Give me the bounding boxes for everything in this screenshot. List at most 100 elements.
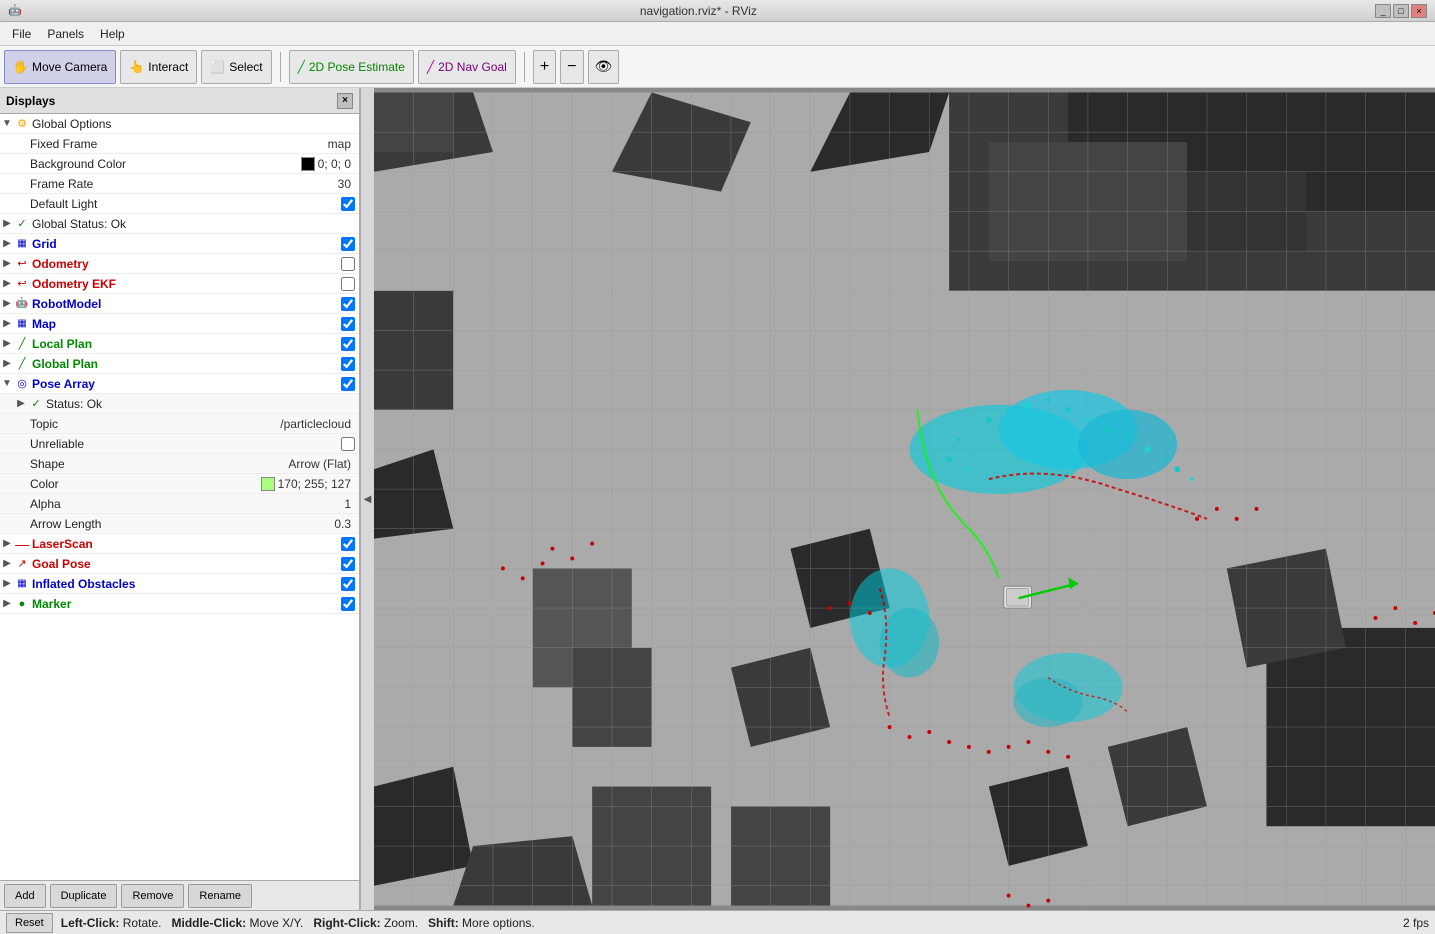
select-button[interactable]: ⬜ Select — [201, 50, 271, 84]
tree-color[interactable]: Color 170; 255; 127 — [0, 474, 359, 494]
odometry-checkbox[interactable] — [341, 257, 355, 271]
tree-pose-array[interactable]: ▼ ◎ Pose Array — [0, 374, 359, 394]
map-checkbox[interactable] — [341, 317, 355, 331]
global-plan-arrow[interactable]: ▶ — [0, 354, 14, 374]
nav-goal-button[interactable]: ╱ 2D Nav Goal — [418, 50, 516, 84]
tree-topic[interactable]: Topic /particlecloud — [0, 414, 359, 434]
bg-color-swatch[interactable] — [301, 157, 315, 171]
unreliable-label: Unreliable — [28, 437, 341, 451]
remove-button[interactable]: Remove — [121, 884, 184, 908]
local-plan-checkbox[interactable] — [341, 337, 355, 351]
rename-button[interactable]: Rename — [188, 884, 252, 908]
tree-odometry[interactable]: ▶ ↩ Odometry — [0, 254, 359, 274]
tree-fixed-frame[interactable]: Fixed Frame map — [0, 134, 359, 154]
unreliable-checkbox[interactable] — [341, 437, 355, 451]
pose-array-icon: ◎ — [14, 376, 30, 392]
tree-global-status[interactable]: ▶ ✓ Global Status: Ok — [0, 214, 359, 234]
odometry-ekf-arrow[interactable]: ▶ — [0, 274, 14, 294]
marker-checkbox[interactable] — [341, 597, 355, 611]
select-icon: ⬜ — [210, 60, 225, 74]
marker-icon: ● — [14, 596, 30, 612]
inflated-obstacles-arrow[interactable]: ▶ — [0, 574, 14, 594]
map-view[interactable] — [374, 88, 1435, 910]
laser-scan-checkbox[interactable] — [341, 537, 355, 551]
fixed-frame-label: Fixed Frame — [28, 137, 328, 151]
robot-model-checkbox[interactable] — [341, 297, 355, 311]
tree-marker[interactable]: ▶ ● Marker — [0, 594, 359, 614]
fixed-frame-value: map — [328, 137, 355, 151]
tree-laser-scan[interactable]: ▶ — LaserScan — [0, 534, 359, 554]
tree-shape[interactable]: Shape Arrow (Flat) — [0, 454, 359, 474]
bg-color-label: Background Color — [28, 157, 301, 171]
pose-estimate-button[interactable]: ╱ 2D Pose Estimate — [289, 50, 414, 84]
tree-grid[interactable]: ▶ ▦ Grid — [0, 234, 359, 254]
inflated-obstacles-label: Inflated Obstacles — [30, 577, 341, 591]
displays-tree: ▼ ⚙ Global Options Fixed Frame map Backg… — [0, 114, 359, 880]
tree-arrow-length[interactable]: Arrow Length 0.3 — [0, 514, 359, 534]
grid-arrow[interactable]: ▶ — [0, 234, 14, 254]
pose-status-arrow[interactable]: ▶ — [14, 394, 28, 414]
tree-default-light[interactable]: Default Light — [0, 194, 359, 214]
pose-array-checkbox[interactable] — [341, 377, 355, 391]
default-light-checkbox[interactable] — [341, 197, 355, 211]
marker-arrow[interactable]: ▶ — [0, 594, 14, 614]
toolbar-separator-2 — [524, 52, 525, 82]
color-swatch[interactable] — [261, 477, 275, 491]
viewport[interactable] — [374, 88, 1435, 910]
goal-pose-checkbox[interactable] — [341, 557, 355, 571]
collapse-handle[interactable]: ◀ — [360, 88, 374, 910]
left-click-value: Rotate. — [123, 916, 162, 930]
pose-array-arrow[interactable]: ▼ — [0, 374, 14, 394]
sidebar-buttons: Add Duplicate Remove Rename — [0, 880, 359, 910]
global-plan-checkbox[interactable] — [341, 357, 355, 371]
tree-goal-pose[interactable]: ▶ ↗ Goal Pose — [0, 554, 359, 574]
displays-close-button[interactable]: × — [337, 93, 353, 109]
global-status-label: Global Status: Ok — [30, 217, 355, 231]
menu-panels[interactable]: Panels — [39, 25, 92, 43]
map-arrow[interactable]: ▶ — [0, 314, 14, 334]
tree-pose-status[interactable]: ▶ ✓ Status: Ok — [0, 394, 359, 414]
tree-alpha[interactable]: Alpha 1 — [0, 494, 359, 514]
remove-display-button[interactable]: − — [560, 50, 583, 84]
robot-model-arrow[interactable]: ▶ — [0, 294, 14, 314]
map-label: Map — [30, 317, 341, 331]
duplicate-button[interactable]: Duplicate — [50, 884, 118, 908]
close-button[interactable]: × — [1411, 4, 1427, 18]
tree-background-color[interactable]: Background Color 0; 0; 0 — [0, 154, 359, 174]
reset-button[interactable]: Reset — [6, 913, 53, 933]
shape-label: Shape — [28, 457, 288, 471]
tree-frame-rate[interactable]: Frame Rate 30 — [0, 174, 359, 194]
move-camera-button[interactable]: 🖐 Move Camera — [4, 50, 116, 84]
odometry-arrow[interactable]: ▶ — [0, 254, 14, 274]
odometry-ekf-checkbox[interactable] — [341, 277, 355, 291]
pose-array-label: Pose Array — [30, 377, 341, 391]
global-status-arrow[interactable]: ▶ — [0, 214, 14, 234]
tree-inflated-obstacles[interactable]: ▶ ▦ Inflated Obstacles — [0, 574, 359, 594]
titlebar-controls[interactable]: _ □ × — [1375, 4, 1427, 18]
menu-file[interactable]: File — [4, 25, 39, 43]
add-display-button[interactable]: + — [533, 50, 556, 84]
marker-label: Marker — [30, 597, 341, 611]
pose-estimate-icon: ╱ — [298, 60, 305, 74]
inflated-obstacles-checkbox[interactable] — [341, 577, 355, 591]
add-button[interactable]: Add — [4, 884, 46, 908]
local-plan-arrow[interactable]: ▶ — [0, 334, 14, 354]
grid-checkbox[interactable] — [341, 237, 355, 251]
menu-help[interactable]: Help — [92, 25, 133, 43]
tree-unreliable[interactable]: Unreliable — [0, 434, 359, 454]
tree-robot-model[interactable]: ▶ 🤖 RobotModel — [0, 294, 359, 314]
tree-global-options[interactable]: ▼ ⚙ Global Options — [0, 114, 359, 134]
main-layout: Displays × ▼ ⚙ Global Options Fixed Fram… — [0, 88, 1435, 910]
minimize-button[interactable]: _ — [1375, 4, 1391, 18]
camera-button[interactable]: 👁 — [588, 50, 620, 84]
goal-pose-arrow[interactable]: ▶ — [0, 554, 14, 574]
tree-local-plan[interactable]: ▶ ╱ Local Plan — [0, 334, 359, 354]
tree-map[interactable]: ▶ ▦ Map — [0, 314, 359, 334]
odometry-ekf-label: Odometry EKF — [30, 277, 341, 291]
interact-button[interactable]: 👆 Interact — [120, 50, 197, 84]
maximize-button[interactable]: □ — [1393, 4, 1409, 18]
global-options-arrow[interactable]: ▼ — [0, 114, 14, 134]
tree-odometry-ekf[interactable]: ▶ ↩ Odometry EKF — [0, 274, 359, 294]
tree-global-plan[interactable]: ▶ ╱ Global Plan — [0, 354, 359, 374]
laser-scan-arrow[interactable]: ▶ — [0, 534, 14, 554]
